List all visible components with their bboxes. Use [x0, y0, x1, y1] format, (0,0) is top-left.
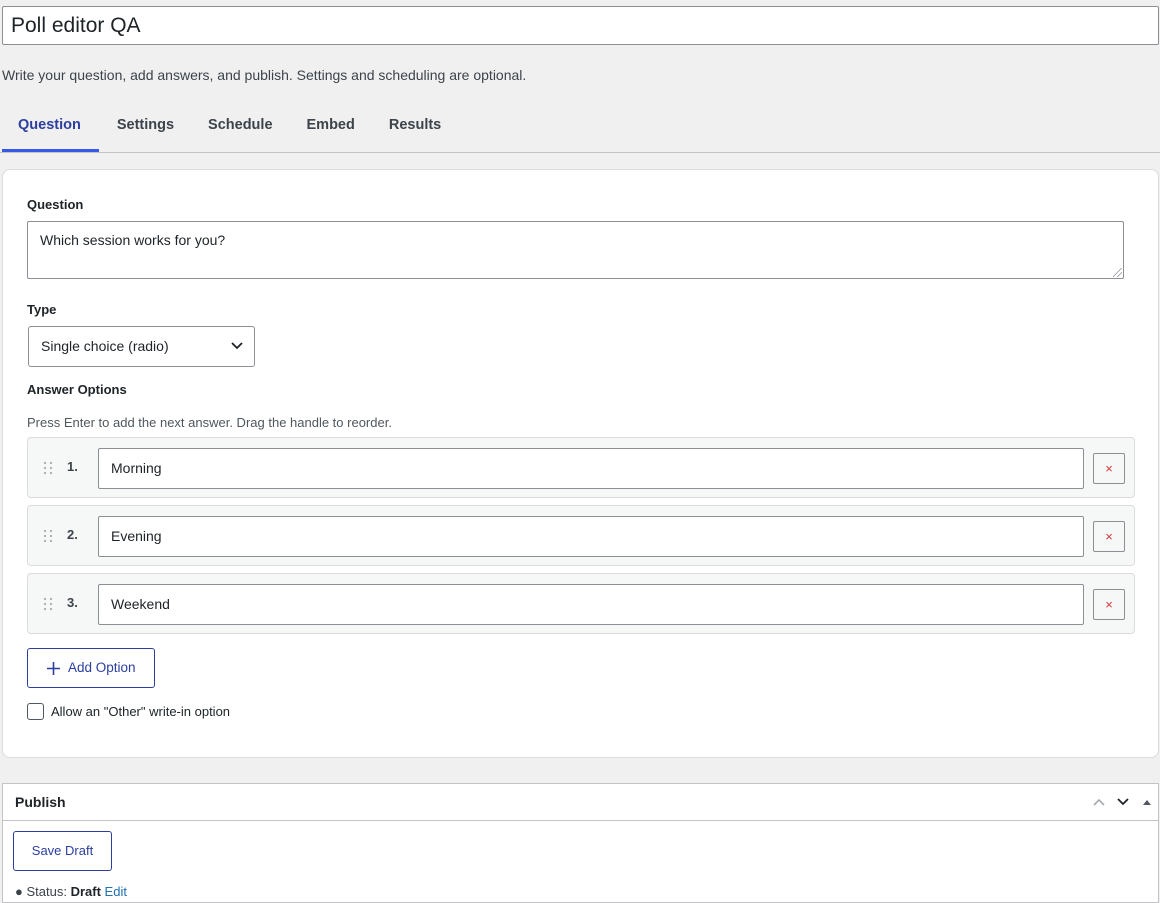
answer-row: 2. Evening × [27, 505, 1135, 566]
save-draft-button[interactable]: Save Draft [13, 831, 112, 871]
tab-schedule[interactable]: Schedule [192, 104, 290, 152]
move-down-icon[interactable] [1116, 797, 1130, 807]
tab-results[interactable]: Results [373, 104, 459, 152]
drag-handle-icon[interactable] [42, 529, 54, 543]
resize-grip-icon[interactable] [1113, 268, 1122, 277]
add-option-button[interactable]: Add Option [27, 648, 155, 688]
type-label: Type [27, 302, 57, 317]
collapse-toggle-icon[interactable] [1142, 798, 1152, 806]
drag-handle-icon[interactable] [42, 461, 54, 475]
question-panel: Question Which session works for you? Ty… [2, 169, 1159, 758]
tab-bar: Question Settings Schedule Embed Results [0, 104, 1160, 153]
status-value: Draft [70, 884, 101, 899]
answer-number: 2. [67, 527, 78, 542]
tab-settings[interactable]: Settings [99, 104, 192, 152]
answer-number: 3. [67, 595, 78, 610]
status-edit-link[interactable]: Edit [105, 884, 127, 899]
drag-handle-icon[interactable] [42, 597, 54, 611]
question-text: Which session works for you? [40, 232, 226, 248]
question-label: Question [27, 197, 84, 212]
allow-other-label[interactable]: Allow an "Other" write-in option [51, 704, 230, 719]
remove-answer-button[interactable]: × [1093, 453, 1125, 484]
tab-question[interactable]: Question [2, 104, 99, 152]
tab-embed[interactable]: Embed [291, 104, 373, 152]
publish-box: Publish Save Draft ● Status: Draft Edit [2, 783, 1159, 903]
publish-header: Publish [3, 784, 1158, 821]
publish-title: Publish [15, 794, 66, 810]
plus-icon [47, 662, 60, 675]
answer-options-hint: Press Enter to add the next answer. Drag… [27, 415, 392, 430]
page-description: Write your question, add answers, and pu… [2, 67, 527, 83]
move-up-icon[interactable] [1092, 797, 1106, 807]
answer-input[interactable]: Morning [98, 448, 1084, 489]
status-label: Status: [26, 884, 67, 899]
question-textarea[interactable]: Which session works for you? [27, 221, 1124, 279]
poll-title-input[interactable]: Poll editor QA [2, 6, 1159, 45]
answer-row: 3. Weekend × [27, 573, 1135, 634]
answer-input[interactable]: Evening [98, 516, 1084, 557]
answer-options-label: Answer Options [27, 382, 127, 397]
answer-row: 1. Morning × [27, 437, 1135, 498]
status-line: ● Status: Draft Edit [15, 884, 127, 899]
type-selected-value: Single choice (radio) [41, 338, 169, 354]
answer-input[interactable]: Weekend [98, 584, 1084, 625]
pin-icon: ● [15, 884, 23, 899]
remove-answer-button[interactable]: × [1093, 589, 1125, 620]
chevron-down-icon [231, 342, 243, 350]
answer-number: 1. [67, 459, 78, 474]
add-option-label: Add Option [68, 660, 136, 675]
remove-answer-button[interactable]: × [1093, 521, 1125, 552]
type-select[interactable]: Single choice (radio) [28, 326, 255, 367]
allow-other-checkbox[interactable] [27, 703, 44, 720]
